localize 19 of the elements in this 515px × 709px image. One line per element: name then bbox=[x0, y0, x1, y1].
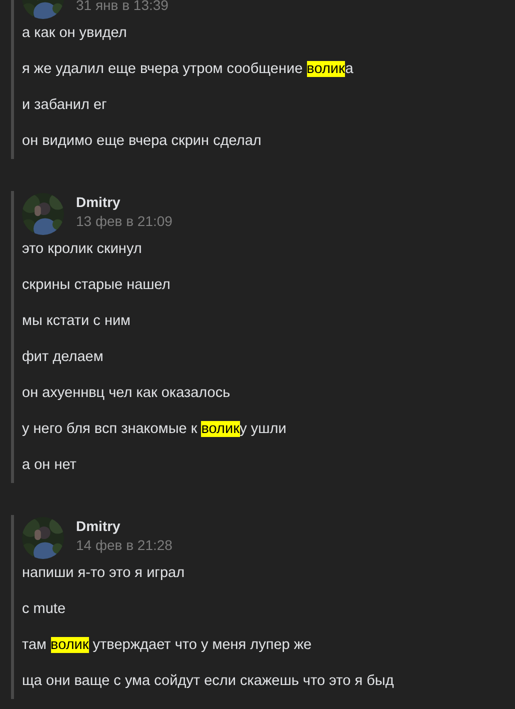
message-time[interactable]: 31 янв в 13:39 bbox=[76, 0, 168, 15]
message-text: он видимо еще вчера скрин сделал bbox=[22, 133, 262, 149]
message-text: ща они ваще с ума сойдут если скажешь что это я быд bbox=[22, 673, 394, 689]
message-time[interactable]: 14 фев в 21:28 bbox=[76, 535, 172, 555]
message-text: фит делаем bbox=[22, 349, 104, 365]
message-text: я же удалил еще вчера утром сообщение волика bbox=[22, 61, 354, 77]
message-text: а он нет bbox=[22, 457, 76, 473]
message-text: с mute bbox=[22, 601, 66, 617]
message-text: напиши я-то это я играл bbox=[22, 565, 185, 581]
author-name[interactable]: Dmitry bbox=[76, 193, 172, 211]
message-text: он ахуеннвц чел как оказалось bbox=[22, 385, 230, 401]
message-time[interactable]: 13 фев в 21:09 bbox=[76, 211, 172, 231]
message-text: это кролик скинул bbox=[22, 241, 142, 257]
message-text: а как он увидел bbox=[22, 25, 127, 41]
message-text: и забанил ег bbox=[22, 97, 107, 113]
message-text: скрины старые нашел bbox=[22, 277, 170, 293]
message-text: мы кстати с ним bbox=[22, 313, 131, 329]
message-text: там волик утверждает что у меня лупер же bbox=[22, 637, 312, 653]
author-name[interactable]: Dmitry bbox=[76, 517, 172, 535]
